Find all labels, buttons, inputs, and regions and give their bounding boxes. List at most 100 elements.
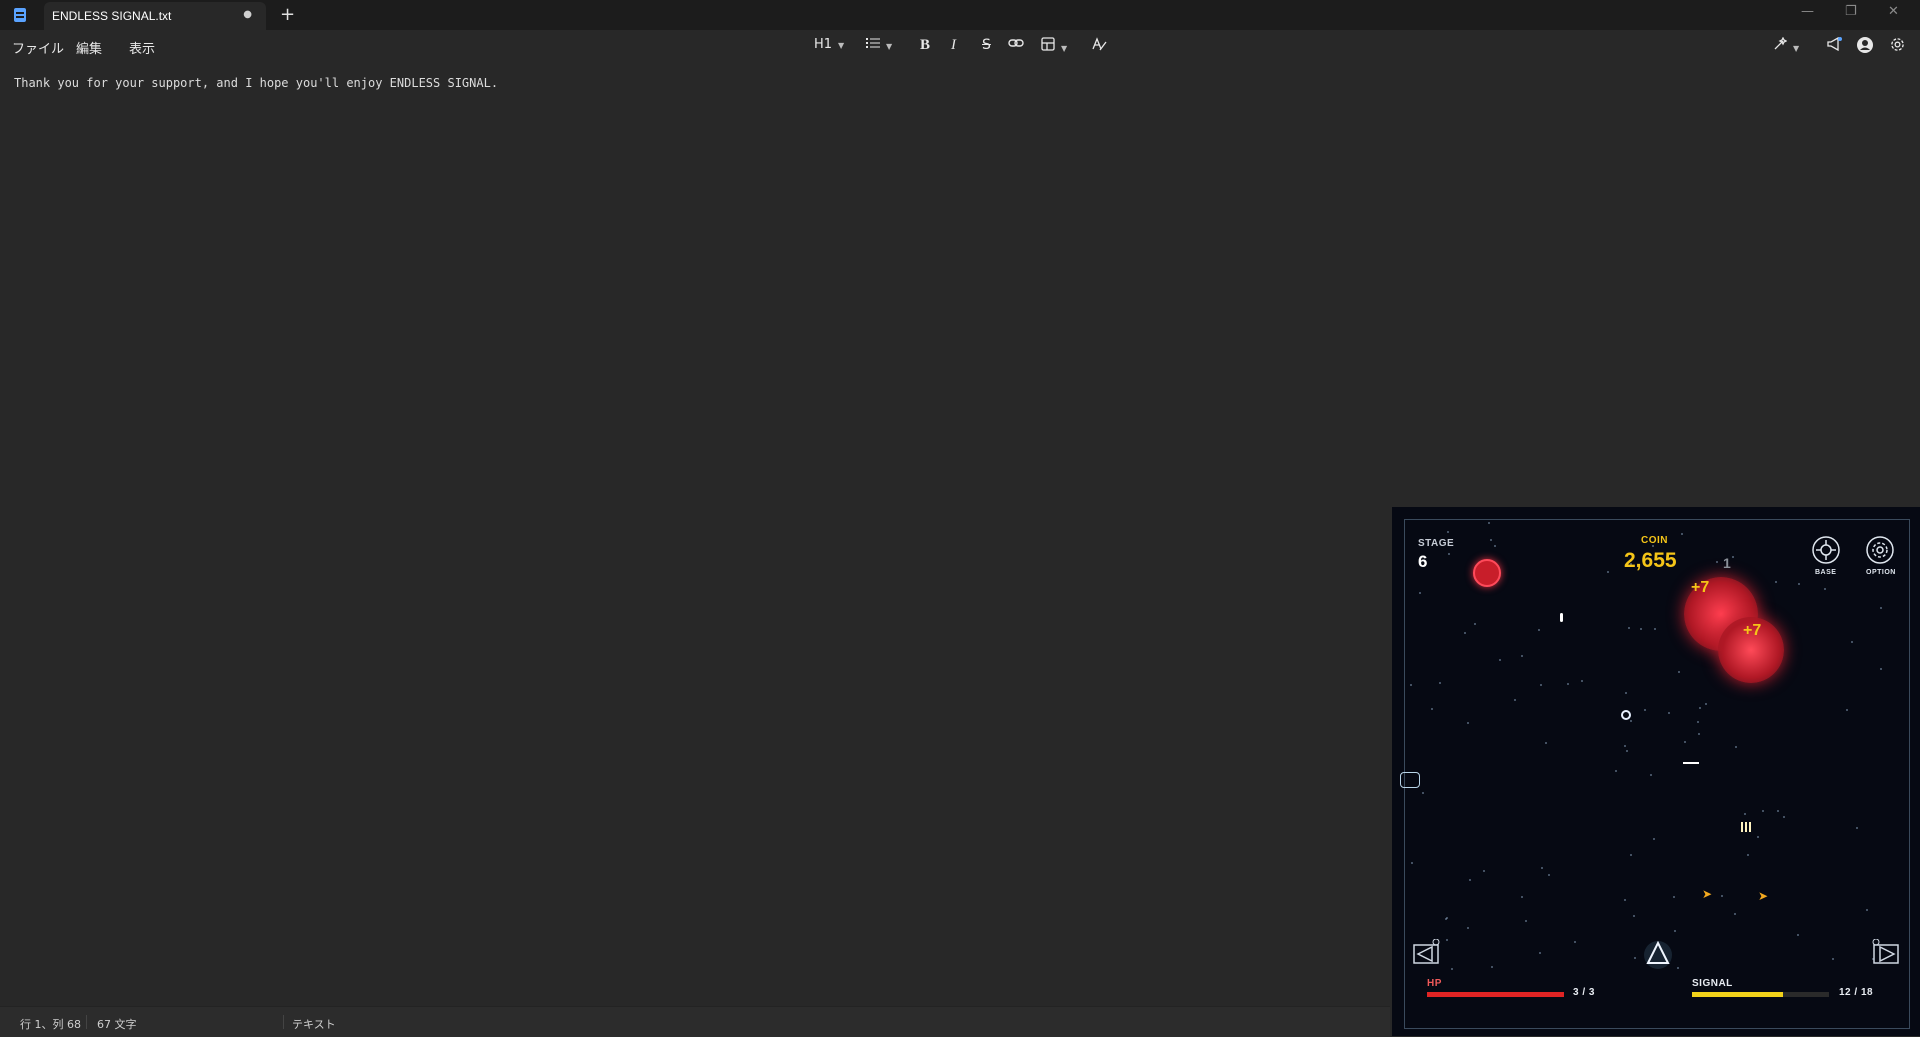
close-icon[interactable]: ✕ [1888, 4, 1899, 19]
clear-format-button[interactable] [1091, 37, 1107, 55]
shield-icon [1400, 772, 1420, 788]
unsaved-dot-icon[interactable]: ● [243, 9, 252, 20]
drone-ship-icon: ➤ [1758, 889, 1769, 903]
list-dropdown[interactable]: ▼ [866, 37, 892, 53]
laser-bullet [1683, 762, 1699, 764]
star [1696, 720, 1699, 723]
heading-dropdown[interactable]: H1 ▼ [814, 37, 844, 52]
hp-value: 3 / 3 [1573, 987, 1595, 998]
tab-title: ENDLESS SIGNAL.txt [52, 9, 172, 23]
star [1757, 835, 1759, 838]
star [1520, 895, 1523, 898]
star [1539, 683, 1542, 686]
star [1513, 699, 1516, 702]
option-button[interactable] [1865, 535, 1895, 565]
star [1547, 873, 1550, 876]
drone-ship-icon: ➤ [1702, 887, 1713, 901]
menu-view[interactable]: 表示 [129, 38, 155, 57]
star [1421, 792, 1424, 795]
minimize-icon[interactable]: — [1801, 4, 1814, 19]
coin-label: COIN [1641, 535, 1668, 546]
title-bar: ENDLESS SIGNAL.txt ● + — ❐ ✕ [0, 0, 1920, 30]
announcements-button[interactable] [1826, 36, 1842, 55]
new-tab-button[interactable]: + [280, 4, 295, 25]
clear-formatting-icon [1092, 37, 1107, 51]
heading-label: H1 [814, 37, 833, 52]
base-button[interactable] [1811, 535, 1841, 565]
player-ship-icon [1640, 935, 1676, 969]
account-button[interactable] [1857, 37, 1873, 57]
left-turret-icon [1412, 938, 1442, 965]
star [1606, 571, 1609, 574]
menu-file[interactable]: ファイル [12, 38, 64, 57]
star [1614, 769, 1617, 772]
ring-bullet [1621, 710, 1631, 720]
star [1483, 869, 1486, 872]
star [1796, 933, 1799, 936]
coin-value: 2,655 [1624, 549, 1677, 572]
pen-sparkle-icon [1774, 36, 1788, 50]
crosshair-icon [1812, 536, 1840, 564]
stage-value: 6 [1418, 552, 1428, 571]
star [1698, 706, 1701, 709]
star [1845, 709, 1848, 712]
star [1574, 940, 1577, 943]
bulleted-list-icon [866, 38, 880, 48]
coin-popup: +7 [1691, 579, 1710, 596]
star [1448, 552, 1451, 555]
game-window[interactable]: STAGE 6 COIN 2,655 BASE OPTION +7 +7 1 ➤… [1392, 507, 1920, 1036]
signal-value: 12 / 18 [1839, 987, 1874, 998]
settings-button[interactable] [1890, 37, 1905, 56]
character-count: 67 文字 [97, 1018, 137, 1031]
star [1540, 866, 1543, 869]
status-bar: 行 1、列 68 67 文字 テキスト [0, 1006, 1390, 1037]
menu-edit[interactable]: 編集 [76, 38, 102, 57]
chevron-down-icon: ▼ [838, 41, 845, 50]
gear-icon [1891, 38, 1904, 51]
copilot-dropdown[interactable]: ▼ [1773, 36, 1800, 55]
star [1627, 626, 1630, 629]
chevron-down-icon: ▼ [1793, 44, 1800, 53]
cursor-position: 行 1、列 68 [20, 1018, 81, 1031]
strikethrough-button[interactable]: S [982, 37, 991, 53]
star [1746, 853, 1749, 856]
tab-endless-signal[interactable]: ENDLESS SIGNAL.txt ● [44, 2, 266, 30]
red-orb [1473, 559, 1501, 587]
star [1850, 641, 1853, 643]
star [1581, 679, 1584, 682]
star [1865, 909, 1868, 912]
italic-button[interactable]: I [951, 37, 956, 54]
signal-bar-fill [1692, 992, 1784, 997]
table-icon [1041, 37, 1055, 51]
megaphone-icon [1827, 36, 1842, 52]
star [1697, 733, 1700, 736]
star [1466, 926, 1469, 929]
gear-icon [1866, 536, 1894, 564]
star [1494, 544, 1497, 547]
star [1831, 957, 1834, 960]
base-label: BASE [1815, 569, 1837, 576]
file-format[interactable]: テキスト [292, 1016, 336, 1032]
status-divider [86, 1015, 87, 1029]
right-turret-icon [1870, 938, 1900, 965]
star [1624, 691, 1627, 694]
chevron-down-icon: ▼ [1061, 44, 1068, 53]
document-text[interactable]: Thank you for your support, and I hope y… [14, 76, 498, 90]
restore-icon[interactable]: ❐ [1845, 4, 1857, 19]
star [1419, 591, 1422, 594]
status-divider [283, 1015, 284, 1029]
table-dropdown[interactable]: ▼ [1041, 37, 1067, 55]
option-label: OPTION [1866, 569, 1896, 576]
triple-bullet [1741, 822, 1751, 832]
star [1466, 721, 1469, 724]
star [1653, 627, 1656, 630]
star [1715, 560, 1718, 563]
signal-label: SIGNAL [1692, 978, 1733, 989]
star [1537, 628, 1540, 631]
bullet [1560, 613, 1563, 622]
star [1630, 719, 1633, 722]
bold-button[interactable]: B [920, 37, 930, 54]
star [1677, 670, 1680, 673]
signal-bar [1692, 992, 1829, 997]
link-button[interactable] [1008, 37, 1024, 53]
